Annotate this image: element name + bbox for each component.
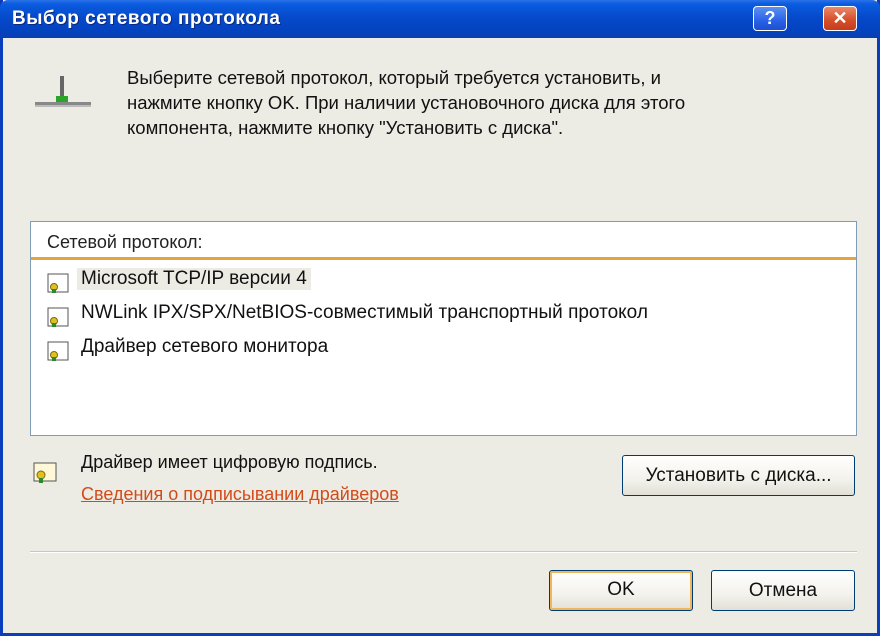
list-item-label: Драйвер сетевого монитора: [81, 336, 329, 357]
install-from-disk-button[interactable]: Установить с диска...: [622, 455, 855, 496]
dialog-content: Выберите сетевой протокол, который требу…: [3, 38, 877, 633]
protocol-certificate-icon: [47, 307, 69, 327]
instruction-text: Выберите сетевой протокол, который требу…: [127, 67, 686, 138]
separator: [30, 551, 857, 553]
protocol-certificate-icon: [47, 273, 69, 293]
title-bar[interactable]: Выбор сетевого протокола ? ✕: [0, 0, 880, 38]
driver-signing-info-link[interactable]: Сведения о подписывании драйверов: [81, 484, 399, 505]
protocol-certificate-icon: [47, 341, 69, 361]
network-protocol-icon: [35, 76, 91, 107]
list-header: Сетевой протокол:: [31, 222, 856, 260]
close-button[interactable]: ✕: [823, 6, 857, 31]
cancel-button[interactable]: Отмена: [711, 570, 855, 611]
list-item-label: Microsoft TCP/IP версии 4: [77, 268, 311, 290]
signed-driver-icon: [33, 462, 57, 483]
window-title: Выбор сетевого протокола: [12, 8, 281, 29]
list-item-label: NWLink IPX/SPX/NetBIOS-совместимый транс…: [81, 302, 648, 323]
dialog-window: Выбор сетевого протокола ? ✕ Выберите се…: [0, 0, 880, 636]
protocol-list[interactable]: Сетевой протокол: Microsoft TCP/IP верси…: [30, 221, 857, 436]
ok-button[interactable]: OK: [549, 570, 693, 611]
help-button[interactable]: ?: [753, 6, 787, 31]
driver-signed-text: Драйвер имеет цифровую подпись.: [81, 452, 378, 472]
list-header-label: Сетевой протокол:: [47, 232, 203, 252]
